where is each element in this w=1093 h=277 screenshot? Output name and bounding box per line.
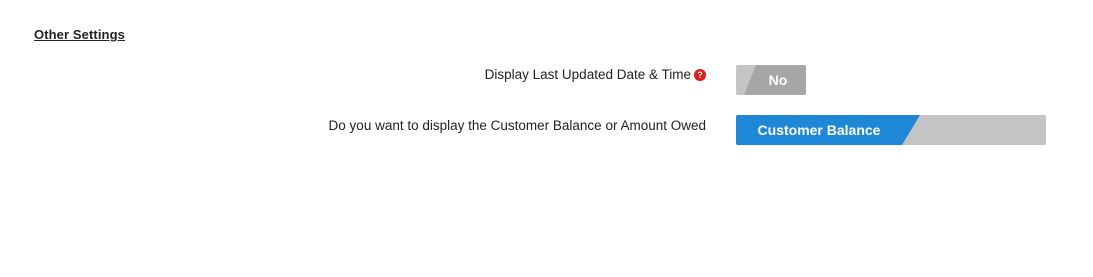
question-circle-icon[interactable]: ?	[694, 69, 706, 81]
toggle-value-label: No	[768, 72, 788, 88]
setting-label-last-updated: Display Last Updated Date & Time?	[485, 67, 706, 82]
setting-label-text: Display Last Updated Date & Time	[484, 67, 691, 82]
section-title-other-settings: Other Settings	[34, 27, 125, 42]
setting-label-balance-display: Do you want to display the Customer Bala…	[328, 118, 706, 133]
last-updated-toggle[interactable]: No	[736, 65, 806, 95]
balance-display-toggle[interactable]: Customer Balance	[736, 115, 1046, 145]
toggle-value-label: Customer Balance	[757, 122, 881, 138]
